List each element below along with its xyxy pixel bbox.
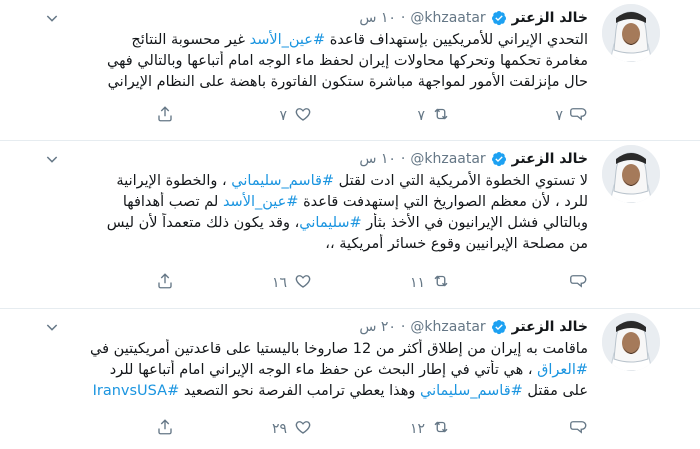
text-segment: غير محسوبة النتائج <box>131 32 250 48</box>
author-name[interactable]: خالد الزعتر <box>512 151 588 167</box>
like-button[interactable]: ٢٩ <box>174 418 312 440</box>
chevron-down-icon[interactable] <box>44 319 60 335</box>
avatar[interactable] <box>602 145 660 203</box>
tweet-text: التحدي الإيراني للأمريكيين بإستهداف قاعد… <box>3 30 588 93</box>
share-button[interactable] <box>36 418 174 440</box>
tweet-timestamp[interactable]: ١٠ س <box>359 10 396 26</box>
text-segment: لم تصب أهدافها <box>122 194 223 210</box>
tweet-1[interactable]: خالد الزعتر @khzaatar · ١٠ س التحدي الإي… <box>0 0 700 141</box>
text-segment: حال مإنزلقت الأمور لمواجهة مباشرة ستكون … <box>107 74 588 90</box>
text-segment: مغامرة تحكمها وتحركها محاولات إيران لحفظ… <box>107 53 588 69</box>
chevron-down-icon[interactable] <box>44 151 60 167</box>
like-button[interactable]: ٧ <box>174 105 312 127</box>
retweet-icon <box>432 105 450 127</box>
hashtag-link[interactable]: #سليماني <box>299 215 361 231</box>
hashtag-link[interactable]: #العراق <box>537 362 588 378</box>
tweet-timestamp[interactable]: ١٠ س <box>359 151 396 167</box>
author-name[interactable]: خالد الزعتر <box>512 10 588 26</box>
like-count: ٧ <box>279 108 287 124</box>
tweet-header: خالد الزعتر @khzaatar · ٢٠ س <box>359 317 588 337</box>
tweet-line: #العراق ، هي تأتي في إطار البحث عن حفظ م… <box>3 360 588 381</box>
author-handle[interactable]: @khzaatar <box>410 10 485 26</box>
tweet-line: حال مإنزلقت الأمور لمواجهة مباشرة ستكون … <box>3 72 588 93</box>
reply-button[interactable] <box>450 418 588 440</box>
text-segment: ، والخطوة الإيرانية <box>116 173 232 189</box>
share-icon <box>156 272 174 294</box>
retweet-button[interactable]: ١٢ <box>312 418 450 440</box>
tweet-actions: ٧ ٧ ٧ <box>3 104 588 128</box>
hashtag-link[interactable]: #عين_الأسد <box>223 194 299 210</box>
hashtag-link[interactable]: #IranvsUSA <box>93 383 180 399</box>
hashtag-link[interactable]: #عين_الأسد <box>250 32 326 48</box>
text-segment: التحدي الإيراني للأمريكيين بإستهداف قاعد… <box>325 32 588 48</box>
reply-count: ٧ <box>555 108 563 124</box>
tweet-timestamp[interactable]: ٢٠ س <box>359 319 396 335</box>
hashtag-link[interactable]: #قاسم_سليماني <box>420 383 523 399</box>
text-segment: لا تستوي الخطوة الأمريكية التي ادت لقتل <box>334 173 588 189</box>
retweet-count: ١١ <box>409 275 425 291</box>
retweet-icon <box>432 272 450 294</box>
like-count: ٢٩ <box>271 421 287 437</box>
tweet-line: لا تستوي الخطوة الأمريكية التي ادت لقتل … <box>3 171 588 192</box>
text-segment: وهذا يعطي ترامب الفرصة نحو التصعيد <box>179 383 420 399</box>
tweet-header: خالد الزعتر @khzaatar · ١٠ س <box>359 149 588 169</box>
verified-badge-icon <box>491 319 507 335</box>
tweet-text: لا تستوي الخطوة الأمريكية التي ادت لقتل … <box>3 171 588 255</box>
avatar[interactable] <box>602 313 660 371</box>
retweet-icon <box>432 418 450 440</box>
retweet-button[interactable]: ٧ <box>312 105 450 127</box>
tweet-line: وبالتالي فشل الإيرانيون في الأخذ بثأر #س… <box>3 213 588 234</box>
heart-icon <box>294 105 312 127</box>
separator-dot: · <box>400 319 406 335</box>
chevron-down-icon[interactable] <box>44 10 60 26</box>
tweet-actions: ١١ ١٦ <box>3 271 588 295</box>
like-button[interactable]: ١٦ <box>174 272 312 294</box>
text-segment: وبالتالي فشل الإيرانيون في الأخذ بثأر <box>361 215 588 231</box>
retweet-count: ١٢ <box>409 421 425 437</box>
retweet-count: ٧ <box>417 108 425 124</box>
text-segment: على مقتل <box>522 383 588 399</box>
tweet-line: التحدي الإيراني للأمريكيين بإستهداف قاعد… <box>3 30 588 51</box>
reply-button[interactable]: ٧ <box>450 105 588 127</box>
text-segment: من مصلحة الإيرانيين وقوع خسائر أمريكية ،… <box>325 236 588 252</box>
tweet-2[interactable]: خالد الزعتر @khzaatar · ١٠ س لا تستوي ال… <box>0 141 700 309</box>
reply-icon <box>570 105 588 127</box>
share-icon <box>156 418 174 440</box>
reply-icon <box>570 418 588 440</box>
tweet-line: على مقتل #قاسم_سليماني وهذا يعطي ترامب ا… <box>3 381 588 402</box>
tweet-header: خالد الزعتر @khzaatar · ١٠ س <box>359 8 588 28</box>
verified-badge-icon <box>491 10 507 26</box>
like-count: ١٦ <box>271 275 287 291</box>
author-handle[interactable]: @khzaatar <box>410 151 485 167</box>
retweet-button[interactable]: ١١ <box>312 272 450 294</box>
tweet-actions: ١٢ ٢٩ <box>3 417 588 441</box>
text-segment: للرد ، لأن معظم الصواريخ التي إستهدفت قا… <box>298 194 588 210</box>
tweet-text: ماقامت به إيران من إطلاق أكثر من 12 صارو… <box>3 339 588 402</box>
separator-dot: · <box>400 10 406 26</box>
text-segment: ، وقد يكون ذلك متعمداً لأن ليس <box>106 215 300 231</box>
tweet-line: مغامرة تحكمها وتحركها محاولات إيران لحفظ… <box>3 51 588 72</box>
reply-button[interactable] <box>450 272 588 294</box>
share-button[interactable] <box>36 105 174 127</box>
heart-icon <box>294 418 312 440</box>
tweet-3[interactable]: خالد الزعتر @khzaatar · ٢٠ س ماقامت به إ… <box>0 309 700 449</box>
share-icon <box>156 105 174 127</box>
text-segment: ماقامت به إيران من إطلاق أكثر من 12 صارو… <box>90 341 588 357</box>
share-button[interactable] <box>36 272 174 294</box>
tweet-line: للرد ، لأن معظم الصواريخ التي إستهدفت قا… <box>3 192 588 213</box>
text-segment: ، هي تأتي في إطار البحث عن حفظ ماء الوجه… <box>109 362 538 378</box>
author-name[interactable]: خالد الزعتر <box>512 319 588 335</box>
reply-icon <box>570 272 588 294</box>
verified-badge-icon <box>491 151 507 167</box>
tweet-feed: خالد الزعتر @khzaatar · ١٠ س التحدي الإي… <box>0 0 700 437</box>
separator-dot: · <box>400 151 406 167</box>
tweet-line: من مصلحة الإيرانيين وقوع خسائر أمريكية ،… <box>3 234 588 255</box>
avatar[interactable] <box>602 4 660 62</box>
tweet-line: ماقامت به إيران من إطلاق أكثر من 12 صارو… <box>3 339 588 360</box>
author-handle[interactable]: @khzaatar <box>410 319 485 335</box>
hashtag-link[interactable]: #قاسم_سليماني <box>231 173 334 189</box>
heart-icon <box>294 272 312 294</box>
